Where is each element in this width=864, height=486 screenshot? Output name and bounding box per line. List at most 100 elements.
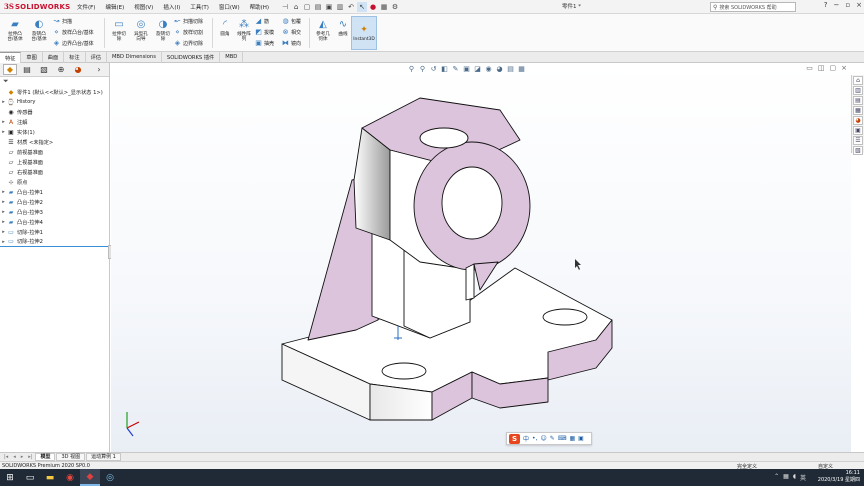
tab-mbd[interactable]: MBD bbox=[220, 52, 244, 63]
select-icon[interactable]: ↖ bbox=[357, 1, 368, 12]
tree-item-sensors[interactable]: ◉ 传感器 bbox=[0, 107, 109, 117]
tree-expand-icon[interactable]: ▸ bbox=[0, 199, 7, 205]
tree-root-part[interactable]: ◆ 零件1 (默认<<默认>_显示状态 1>) bbox=[0, 87, 109, 97]
task-pane-extra-icon[interactable]: ▧ bbox=[853, 146, 863, 155]
shell-button[interactable]: ▣ 抽壳 bbox=[254, 38, 274, 48]
tree-item-right-plane[interactable]: ▱ 右视基准面 bbox=[0, 167, 109, 177]
configuration-manager-icon[interactable]: ▧ bbox=[37, 64, 51, 75]
tree-item-material[interactable]: ☰ 材质 <未指定> bbox=[0, 137, 109, 147]
tree-expand-icon[interactable]: ▸ bbox=[0, 219, 7, 225]
menu-window[interactable]: 窗口(W) bbox=[214, 3, 245, 11]
punctuation-icon[interactable]: •, bbox=[532, 435, 537, 442]
tree-item-boss-extrude3[interactable]: ▸ ▰ 凸台-拉伸3 bbox=[0, 207, 109, 217]
mirror-button[interactable]: ⧓ 镜向 bbox=[281, 38, 301, 48]
tree-expand-icon[interactable]: ▸ bbox=[0, 119, 7, 125]
tab-scroll-first-icon[interactable]: |◂ bbox=[2, 454, 10, 460]
tab-3d-views[interactable]: 3D 视图 bbox=[56, 453, 86, 461]
intersect-button[interactable]: ⊗ 相交 bbox=[281, 27, 301, 37]
boundary-boss-button[interactable]: ◈ 边界凸台/基体 bbox=[52, 38, 94, 48]
network-icon[interactable]: ▦ bbox=[783, 473, 789, 482]
pin-icon[interactable]: ⊣ bbox=[280, 2, 290, 12]
rebuild-icon[interactable]: ● bbox=[368, 2, 378, 12]
filter-icon[interactable]: ⏷ bbox=[0, 77, 109, 87]
sogou-input-icon[interactable]: S bbox=[509, 433, 520, 444]
tree-item-boss-extrude1[interactable]: ▸ ▰ 凸台-拉伸1 bbox=[0, 187, 109, 197]
print-icon[interactable]: ▥ bbox=[335, 2, 345, 12]
tab-mbd-dimensions[interactable]: MBD Dimensions bbox=[107, 52, 162, 63]
revolve-boss-button[interactable]: ◐ 旋转凸 台/基体 bbox=[26, 18, 52, 50]
task-view-icon[interactable]: ▭ bbox=[20, 469, 40, 486]
tree-item-boss-extrude4[interactable]: ▸ ▰ 凸台-拉伸4 bbox=[0, 217, 109, 227]
solidworks-taskbar-icon[interactable]: ◆ bbox=[80, 469, 100, 486]
save-icon[interactable]: ▣ bbox=[324, 2, 334, 12]
tab-scroll-next-icon[interactable]: ▸ bbox=[19, 454, 26, 460]
help-question-icon[interactable]: ? bbox=[824, 1, 828, 9]
tab-evaluate[interactable]: 评估 bbox=[86, 52, 107, 63]
instant3d-button[interactable]: ✦ Instant3D bbox=[351, 16, 377, 50]
windows-start-icon[interactable]: ⊞ bbox=[0, 469, 20, 486]
solidworks-resources-icon[interactable]: ⌂ bbox=[853, 76, 863, 85]
tree-expand-icon[interactable]: ▸ bbox=[0, 229, 7, 235]
tree-item-history[interactable]: ▸ ⌚ History bbox=[0, 97, 109, 107]
file-explorer-taskbar-icon[interactable]: ▬ bbox=[40, 469, 60, 486]
tree-expand-icon[interactable]: ▸ bbox=[0, 99, 7, 105]
property-manager-icon[interactable]: ▤ bbox=[20, 64, 34, 75]
custom-properties-icon[interactable]: ▣ bbox=[853, 126, 863, 135]
panel-expand-chevron-icon[interactable]: › bbox=[92, 64, 106, 75]
tree-item-annotations[interactable]: ▸ A 注解 bbox=[0, 117, 109, 127]
tab-sketch[interactable]: 草图 bbox=[21, 52, 43, 63]
menu-edit[interactable]: 编辑(E) bbox=[100, 3, 129, 11]
options-gear-icon[interactable]: ⚙ bbox=[390, 2, 400, 12]
toolbox-icon[interactable]: ▣ bbox=[578, 435, 584, 442]
tab-model[interactable]: 模型 bbox=[35, 453, 56, 461]
tree-expand-icon[interactable]: ▸ bbox=[0, 239, 7, 245]
sweep-button[interactable]: ↝ 扫描 bbox=[52, 16, 72, 26]
tree-item-front-plane[interactable]: ▱ 前视基准面 bbox=[0, 147, 109, 157]
undo-icon[interactable]: ↶ bbox=[346, 2, 356, 12]
minimize-icon[interactable]: − bbox=[834, 1, 840, 9]
solidworks-logo[interactable]: 3S SOLIDWORKS bbox=[0, 2, 72, 11]
ime-mode-toggle[interactable]: 中 bbox=[523, 434, 529, 443]
ime-tray-icon[interactable]: 英 bbox=[800, 473, 806, 482]
open-icon[interactable]: ▤ bbox=[313, 2, 323, 12]
rib-button[interactable]: ◢ 筋 bbox=[254, 16, 269, 26]
file-properties-icon[interactable]: ▦ bbox=[379, 2, 389, 12]
new-document-icon[interactable]: ▢ bbox=[302, 2, 312, 12]
draft-button[interactable]: ◩ 拔模 bbox=[254, 27, 274, 37]
tab-markup[interactable]: 标注 bbox=[64, 52, 86, 63]
dimxpert-manager-icon[interactable]: ⊕ bbox=[54, 64, 68, 75]
wrap-button[interactable]: ◍ 包覆 bbox=[281, 16, 301, 26]
tab-features[interactable]: 特征 bbox=[0, 52, 22, 63]
menu-file[interactable]: 文件(F) bbox=[72, 3, 100, 11]
solidworks-forum-icon[interactable]: ☰ bbox=[853, 136, 863, 145]
keyboard-icon[interactable]: ⌨ bbox=[558, 435, 567, 442]
tree-expand-icon[interactable]: ▸ bbox=[0, 129, 7, 135]
volume-icon[interactable]: ◖ bbox=[793, 473, 796, 482]
restore-icon[interactable]: ▫ bbox=[845, 1, 850, 9]
close-icon[interactable]: × bbox=[856, 1, 862, 9]
tree-item-solid-bodies[interactable]: ▸ ▣ 实体(1) bbox=[0, 127, 109, 137]
loft-cut-button[interactable]: ⋄ 放样切割 bbox=[173, 27, 203, 37]
tray-expand-icon[interactable]: ⌃ bbox=[774, 473, 779, 482]
sweep-cut-button[interactable]: ↜ 扫描切除 bbox=[173, 16, 203, 26]
part-model-3d[interactable] bbox=[111, 63, 851, 453]
design-library-icon[interactable]: ▥ bbox=[853, 86, 863, 95]
tab-scroll-prev-icon[interactable]: ◂ bbox=[11, 454, 18, 460]
tab-scroll-last-icon[interactable]: ▸| bbox=[26, 454, 34, 460]
tree-expand-icon[interactable]: ▸ bbox=[0, 189, 7, 195]
view-palette-icon[interactable]: ▦ bbox=[853, 106, 863, 115]
emoji-icon[interactable]: ☺ bbox=[540, 435, 546, 442]
tree-item-origin[interactable]: ⊹ 原点 bbox=[0, 177, 109, 187]
appearances-icon[interactable]: ◕ bbox=[853, 116, 863, 125]
file-explorer-icon[interactable]: ▤ bbox=[853, 96, 863, 105]
menu-insert[interactable]: 插入(I) bbox=[158, 3, 185, 11]
home-icon[interactable]: ⌂ bbox=[291, 2, 301, 12]
recorder-taskbar-icon[interactable]: ◎ bbox=[100, 469, 120, 486]
tree-item-cut-extrude2[interactable]: ▸ ▭ 切除-拉伸2 bbox=[0, 237, 109, 247]
voice-input-icon[interactable]: ✎ bbox=[550, 435, 555, 442]
help-search-input[interactable]: ⚲ 搜索 SOLIDWORKS 帮助 bbox=[710, 2, 796, 12]
graphics-area[interactable]: ⚲ ⚲ ↺ ◧ ✎ ▣ ◪ ◉ ◕ ▤ ▦ ▭ ◫ ▢ × bbox=[111, 63, 851, 453]
loft-boss-button[interactable]: ⋄ 放样凸台/基体 bbox=[52, 27, 93, 37]
tab-solidworks-addins[interactable]: SOLIDWORKS 插件 bbox=[162, 52, 221, 63]
extrude-boss-button[interactable]: ▰ 拉伸凸 台/基体 bbox=[2, 18, 28, 50]
